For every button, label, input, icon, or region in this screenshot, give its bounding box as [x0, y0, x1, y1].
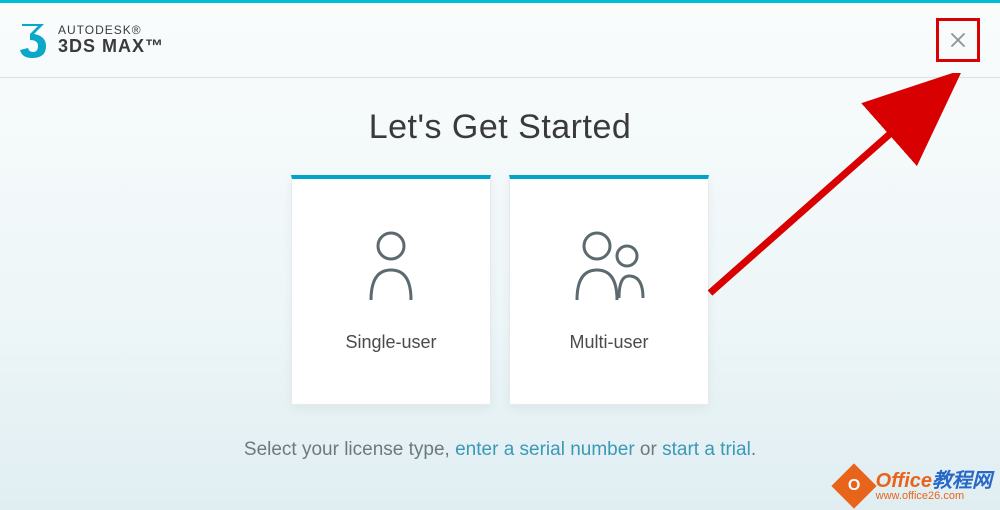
single-user-label: Single-user — [345, 332, 436, 353]
multi-user-card[interactable]: Multi-user — [509, 175, 709, 405]
single-user-card[interactable]: Single-user — [291, 175, 491, 405]
close-icon[interactable] — [950, 32, 966, 48]
multi-user-icon — [569, 230, 649, 302]
watermark-brand-blue: 教程网 — [932, 470, 992, 492]
brand-top-label: AUTODESK® — [58, 24, 164, 37]
single-user-icon — [365, 230, 417, 302]
watermark: O Office教程网 www.office26.com — [838, 470, 992, 502]
watermark-url: www.office26.com — [876, 491, 992, 502]
footer-middle: or — [635, 439, 662, 460]
page-title: Let's Get Started — [0, 108, 1000, 147]
start-trial-link[interactable]: start a trial — [662, 439, 751, 460]
enter-serial-link[interactable]: enter a serial number — [455, 439, 635, 460]
product-logo-icon — [20, 22, 48, 58]
watermark-icon-letter: O — [847, 477, 859, 495]
watermark-text: Office教程网 www.office26.com — [876, 471, 992, 502]
close-button-highlight — [936, 18, 980, 62]
footer-prefix: Select your license type, — [244, 439, 455, 460]
brand-logo-block: AUTODESK® 3DS MAX™ — [20, 22, 164, 58]
header-bar: AUTODESK® 3DS MAX™ — [0, 3, 1000, 78]
watermark-brand: Office教程网 — [876, 471, 992, 491]
watermark-icon: O — [831, 463, 876, 508]
license-card-row: Single-user Multi-user — [0, 175, 1000, 405]
brand-text: AUTODESK® 3DS MAX™ — [58, 24, 164, 55]
multi-user-label: Multi-user — [569, 332, 648, 353]
footer-suffix: . — [751, 439, 756, 460]
brand-bottom-label: 3DS MAX™ — [58, 37, 164, 56]
footer-instruction: Select your license type, enter a serial… — [0, 439, 1000, 461]
watermark-brand-orange: Office — [876, 470, 932, 492]
